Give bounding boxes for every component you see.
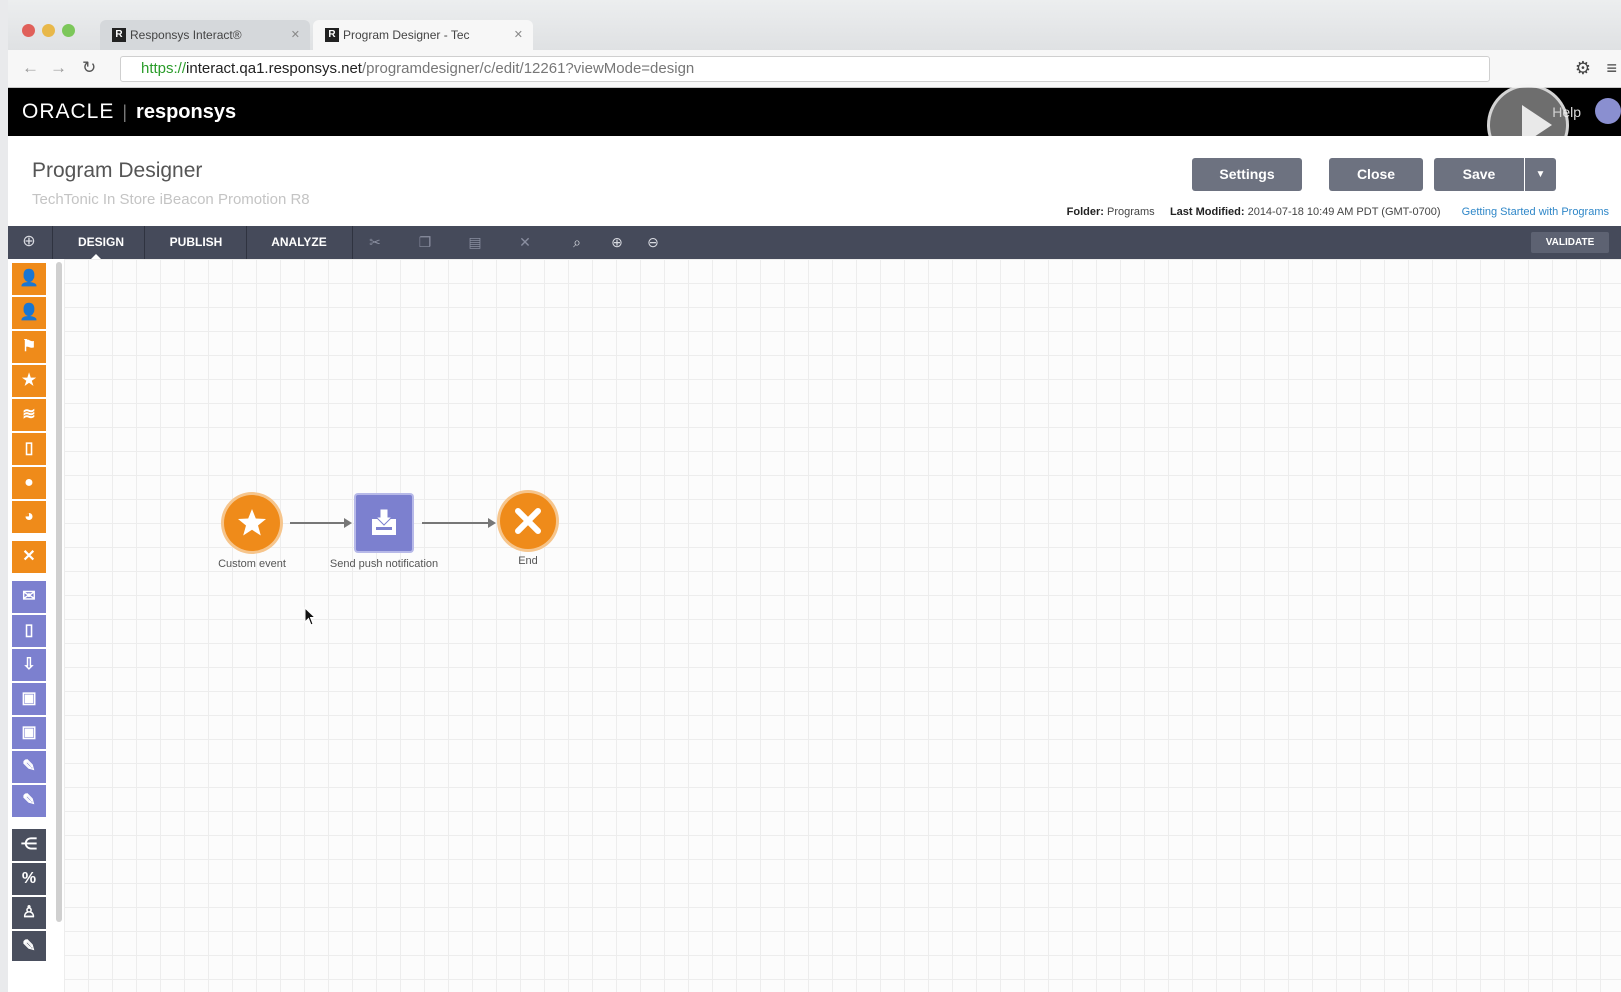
message-icon[interactable]: ▣ [12,683,46,715]
close-icon[interactable]: ✕ [12,541,46,573]
browser-tab[interactable]: R Responsys Interact® ✕ [100,20,310,50]
validate-button[interactable]: VALIDATE [1531,232,1609,253]
designer-toolbar: ⊕ DESIGN PUBLISH ANALYZE ✂ ❐ ▤ ✕ ⌕ ⊕ ⊖ V… [8,226,1621,260]
reload-icon[interactable]: ↻ [82,58,96,78]
form-icon[interactable]: ✎ [12,785,46,817]
timer-icon[interactable]: ◕ [12,501,46,533]
page-header: Program Designer TechTonic In Store iBea… [8,136,1621,226]
settings-button[interactable]: Settings [1192,158,1302,191]
close-icon [515,508,541,534]
getting-started-link[interactable]: Getting Started with Programs [1462,206,1609,218]
zoom-in-icon[interactable]: ⊕ [608,233,626,251]
paste-icon[interactable]: ▤ [466,233,484,251]
person-icon[interactable]: 👤 [12,297,46,329]
design-canvas[interactable]: Custom event Send push notification End [64,259,1621,992]
group-icon[interactable]: ⚑ [12,331,46,363]
maximize-window-icon[interactable] [62,24,75,37]
clock-icon[interactable]: ● [12,467,46,499]
url-bar[interactable]: https://interact.qa1.responsys.net/progr… [120,56,1490,82]
responsys-favicon-icon: R [325,28,339,42]
person-icon[interactable]: ♙ [12,897,46,929]
mouse-cursor-icon [304,607,317,626]
chat-icon[interactable]: ▣ [12,717,46,749]
split-icon[interactable]: ⋲ [12,829,46,861]
edit-icon[interactable]: ✎ [12,931,46,961]
connector-arrow[interactable] [422,518,496,528]
forward-icon[interactable]: → [50,58,67,78]
wifi-icon[interactable]: ≋ [12,399,46,431]
canvas-scrollbar[interactable] [56,262,62,922]
tab-close-icon[interactable]: ✕ [514,20,523,50]
menu-icon[interactable]: ≡ [1606,58,1617,79]
copy-icon[interactable]: ❐ [416,233,434,251]
browser-titlebar: R Responsys Interact® ✕ R Program Design… [8,0,1621,50]
app-header: ORACLE|responsys Help [8,88,1621,136]
mobile-icon[interactable]: ▯ [12,433,46,465]
browser-window: R Responsys Interact® ✕ R Program Design… [8,0,1621,992]
add-circle-icon[interactable]: ⊕ [20,233,38,251]
settings-gear-icon[interactable]: ⚙ [1575,58,1591,79]
save-button[interactable]: Save [1434,158,1524,191]
cut-icon[interactable]: ✂ [366,233,384,251]
push-icon[interactable]: ⇩ [12,649,46,681]
tab-label: Program Designer - Tec [343,28,470,42]
page-title: Program Designer [32,159,203,182]
zoom-fit-icon[interactable]: ⌕ [568,233,586,251]
activity-palette: 👤 👤 ⚑ ★ ≋ ▯ ● ◕ ✕ ✉ ▯ ⇩ ▣ ▣ ✎ ✎ ⋲ % ♙ ✎ [8,259,48,992]
tab-label: Responsys Interact® [130,28,242,42]
delete-icon[interactable]: ✕ [516,233,534,251]
mobile-icon[interactable]: ▯ [12,615,46,647]
zoom-out-icon[interactable]: ⊖ [644,233,662,251]
send-push-node[interactable] [356,495,412,551]
percent-icon[interactable]: % [12,863,46,895]
custom-event-node[interactable] [224,495,280,551]
oracle-responsys-logo: ORACLE | responsys [22,100,237,123]
tab-close-icon[interactable]: ✕ [291,20,300,50]
star-icon[interactable]: ★ [12,365,46,397]
node-label: Custom event [218,558,286,570]
person-icon[interactable]: 👤 [12,263,46,295]
save-dropdown-chevron-icon[interactable]: ▼ [1525,158,1556,191]
tab-analyze[interactable]: ANALYZE [248,226,350,259]
program-meta: Folder: Programs Last Modified: 2014-07-… [1066,206,1609,218]
end-node[interactable] [500,493,556,549]
tab-publish[interactable]: PUBLISH [146,226,246,259]
program-name: TechTonic In Store iBeacon Promotion R8 [32,191,310,208]
user-avatar[interactable] [1595,98,1621,124]
back-icon[interactable]: ← [22,58,39,78]
node-label: Send push notification [329,558,439,570]
minimize-window-icon[interactable] [42,24,55,37]
node-label: End [518,555,538,567]
browser-tab-active[interactable]: R Program Designer - Tec ✕ [313,20,533,50]
push-icon [372,508,396,535]
responsys-favicon-icon: R [112,28,126,42]
form-icon[interactable]: ✎ [12,751,46,783]
close-button[interactable]: Close [1329,158,1423,191]
address-toolbar: ← → ↻ https://interact.qa1.responsys.net… [8,50,1621,88]
connector-arrow[interactable] [290,518,352,528]
email-icon[interactable]: ✉ [12,581,46,613]
star-icon [238,509,266,536]
close-window-icon[interactable] [22,24,35,37]
